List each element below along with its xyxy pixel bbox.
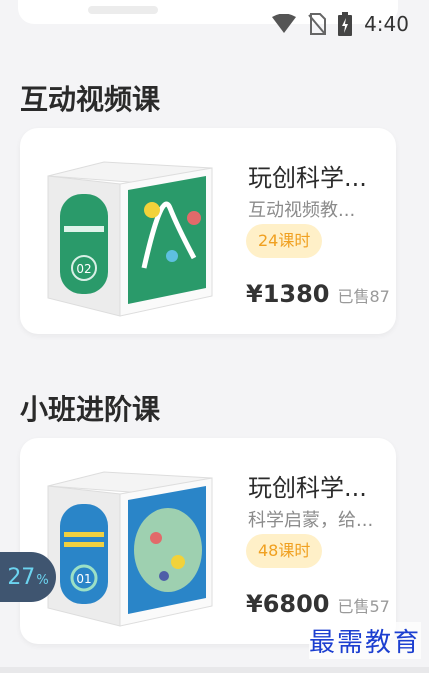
- wifi-icon: [272, 14, 297, 33]
- course-title: 玩创科学...: [248, 164, 367, 192]
- course-card[interactable]: 02 玩创科学... 互动视频教... 24课时 ¥1380 已售87: [20, 128, 396, 334]
- battery-charging-icon: [338, 12, 353, 36]
- course-description: 科学启蒙，给...: [248, 510, 374, 531]
- bottom-edge: [0, 667, 429, 673]
- course-price: ¥6800: [246, 590, 330, 618]
- sold-count: 已售87: [337, 287, 390, 306]
- hours-badge: 24课时: [246, 224, 323, 258]
- floating-progress-bubble[interactable]: 27%: [0, 552, 56, 602]
- sold-count: 已售57: [337, 597, 390, 616]
- price-row: ¥1380 已售87: [246, 280, 390, 308]
- status-bar: 4:40: [272, 10, 409, 38]
- course-title: 玩创科学...: [248, 474, 367, 502]
- course-card[interactable]: 01 玩创科学... 科学启蒙，给... 48课时 ¥6800 已售57: [20, 438, 396, 644]
- course-box-image: 02: [47, 161, 213, 317]
- box-label: 02: [76, 262, 91, 276]
- no-sim-icon: [308, 13, 327, 35]
- watermark: 最需教育: [308, 622, 421, 659]
- section-title-small-class: 小班进阶课: [20, 393, 161, 426]
- course-description: 互动视频教...: [248, 200, 356, 221]
- course-price: ¥1380: [246, 280, 330, 308]
- progress-unit: %: [36, 572, 49, 588]
- progress-value: 27: [7, 564, 36, 590]
- status-time: 4:40: [364, 12, 409, 36]
- price-row: ¥6800 已售57: [246, 590, 390, 618]
- box-label: 01: [76, 572, 91, 586]
- section-title-interactive-video: 互动视频课: [20, 83, 161, 116]
- hours-badge: 48课时: [246, 534, 323, 568]
- card-fragment-shadow: [88, 6, 158, 14]
- course-box-image: 01: [47, 471, 213, 627]
